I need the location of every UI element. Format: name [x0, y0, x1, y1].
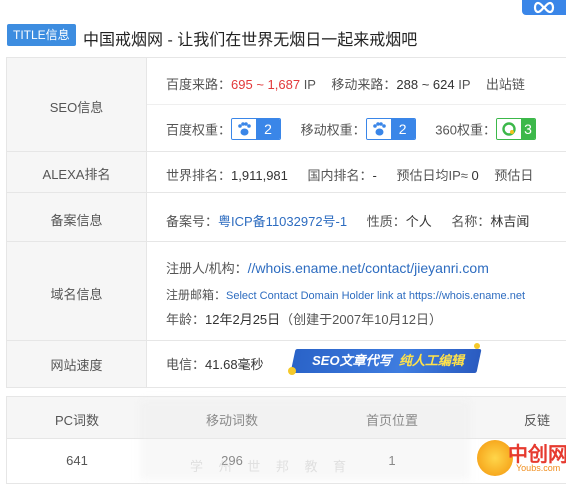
daily-pv-label: 预估日	[494, 168, 534, 183]
mobile-source-value[interactable]: 288 ~ 624	[396, 77, 454, 92]
seo-weight-line: 百度权重： 2 移动权重： 2 360权重： 3	[166, 118, 536, 140]
daily-ip-value: 0	[471, 168, 479, 183]
alexa-line: 世界排名：1,911,981 国内排名：- 预估日均IP≈ 0 预估日	[166, 165, 533, 184]
divider	[7, 151, 566, 152]
mobile-weight-badge[interactable]: 2	[365, 118, 416, 140]
row-label-seo: SEO信息	[49, 100, 104, 115]
baidu-weight-value: 2	[256, 119, 281, 139]
world-rank-value: 1,911,981	[231, 168, 288, 183]
row-label-icp: 备案信息	[50, 213, 103, 228]
email-link[interactable]: Select Contact Domain Holder link at htt…	[226, 290, 525, 302]
w360-value: 3	[520, 119, 535, 139]
baidu-source-label: 百度来路：	[166, 77, 232, 92]
app-corner-badge[interactable]	[522, 0, 566, 15]
registrant-line: 注册人/机构：//whois.ename.net/contact/jieyanr…	[166, 258, 489, 277]
row-label-domain: 域名信息	[50, 287, 103, 302]
divider	[7, 340, 566, 341]
telecom-value: 41.68毫秒	[205, 357, 264, 372]
title-badge: TITLE信息	[7, 24, 76, 46]
w360-badge[interactable]: 3	[495, 118, 536, 140]
icp-number-label: 备案号：	[166, 214, 219, 229]
divider	[7, 241, 566, 242]
row-label-speed: 网站速度	[50, 358, 103, 373]
world-rank-label: 世界排名：	[166, 168, 232, 183]
infinity-icon	[533, 1, 555, 14]
domestic-rank-value: -	[372, 168, 377, 183]
age-note: （创建于2007年10月12日）	[280, 312, 443, 327]
telecom-label: 电信：	[166, 357, 206, 372]
domestic-rank-label: 国内排名：	[307, 168, 373, 183]
icp-name-label: 名称：	[451, 214, 491, 229]
icp-nature-label: 性质：	[366, 214, 406, 229]
header-pc-words: PC词数	[54, 413, 100, 428]
row-label-alexa: ALEXA排名	[42, 167, 111, 182]
page-title: 中国戒烟网 - 让我们在世界无烟日一起来戒烟吧	[83, 32, 418, 49]
banner-part1: SEO文章代写	[312, 353, 392, 368]
registrant-label: 注册人/机构：	[166, 261, 248, 276]
age-line: 年龄：12年2月25日（创建于2007年10月12日）	[166, 309, 442, 328]
registrant-link[interactable]: //whois.ename.net/contact/jieyanri.com	[248, 260, 489, 276]
banner-part2: 纯人工编辑	[398, 353, 464, 368]
age-value: 12年2月25日	[205, 312, 281, 327]
seo-ad-banner-text[interactable]: SEO文章代写 纯人工编辑	[300, 351, 476, 371]
email-label: 注册邮箱：	[166, 288, 227, 302]
outbound-label: 出站链	[485, 77, 525, 92]
mobile-weight-label: 移动权重：	[300, 122, 366, 138]
icp-nature-value: 个人	[405, 214, 432, 229]
header-backlinks: 反链	[523, 413, 550, 428]
divider	[7, 192, 566, 193]
watermark-text: 学 州 世 邦 教 育	[190, 459, 353, 474]
w360-label: 360权重：	[435, 122, 496, 138]
email-line: 注册邮箱：Select Contact Domain Holder link a…	[166, 286, 525, 303]
daily-ip-label: 预估日均IP≈	[396, 168, 468, 183]
logo-url: Youbs.com	[516, 463, 561, 473]
mobile-source-unit: IP	[458, 77, 471, 92]
baidu-source-unit: IP	[303, 77, 316, 92]
baidu-weight-label: 百度权重：	[166, 122, 232, 138]
baidu-paw-icon	[366, 119, 391, 139]
baidu-source-value[interactable]: 695 ~ 1,687	[231, 77, 300, 92]
speed-line: 电信：41.68毫秒	[166, 354, 264, 373]
icp-line: 备案号：粤ICP备11032972号-1 性质：个人 名称：林吉闻	[166, 211, 529, 230]
seo-traffic-line: 百度来路：695 ~ 1,687 IP 移动来路：288 ~ 624 IP 出站…	[166, 74, 525, 93]
baidu-paw-icon	[232, 119, 257, 139]
mobile-source-label: 移动来路：	[331, 77, 397, 92]
icp-name-value: 林吉闻	[490, 214, 530, 229]
age-label: 年龄：	[166, 312, 206, 327]
dot-icon	[474, 343, 480, 349]
dot-icon	[288, 367, 296, 375]
360-icon	[496, 119, 521, 139]
mobile-weight-value: 2	[390, 119, 415, 139]
icp-number-link[interactable]: 粤ICP备11032972号-1	[218, 214, 347, 229]
pc-words-value: 641	[66, 453, 88, 468]
divider	[147, 104, 566, 105]
baidu-weight-badge[interactable]: 2	[231, 118, 282, 140]
